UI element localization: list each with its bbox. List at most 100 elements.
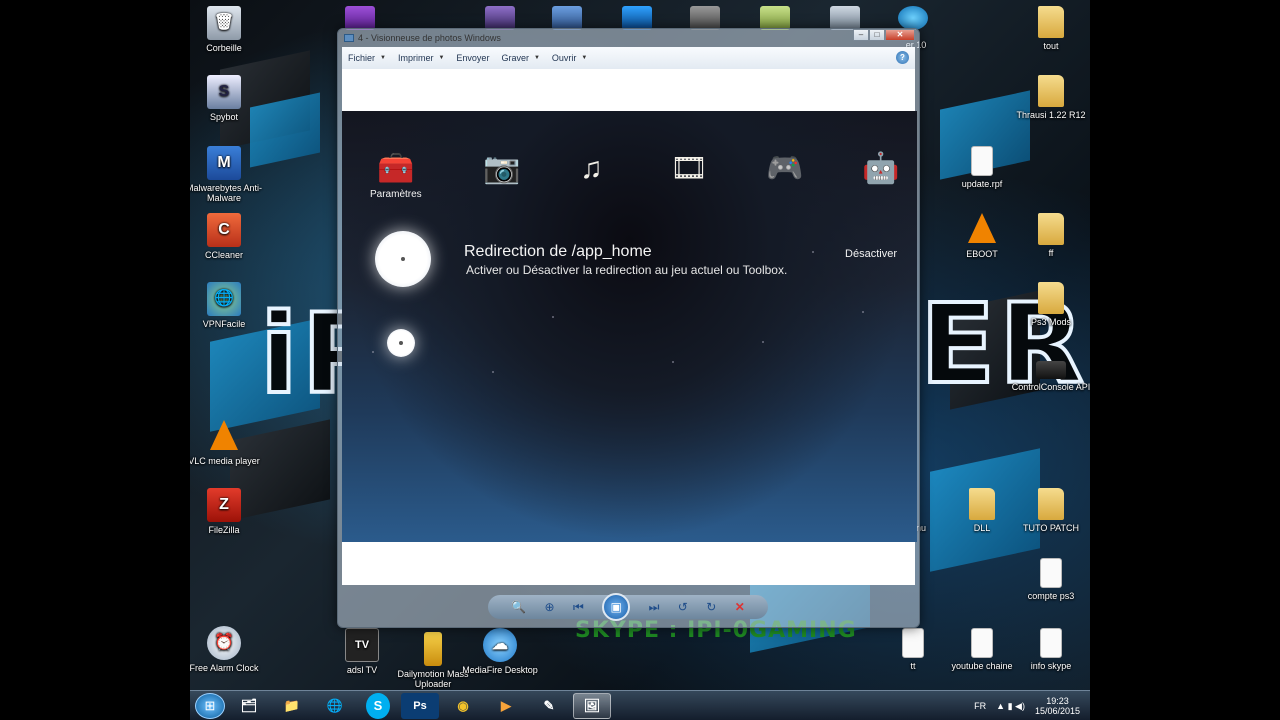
desktop-icon-label: MediaFire Desktop xyxy=(462,665,538,675)
adsl-tv-icon: TV xyxy=(345,628,379,662)
taskbar-chrome[interactable]: ◉ xyxy=(444,693,482,719)
desktop-icon-mediafire[interactable]: ☁ MediaFire Desktop xyxy=(460,628,540,675)
desktop-icon-ccleaner[interactable]: C CCleaner xyxy=(190,213,264,260)
taskbar-vpn[interactable]: 🌐 xyxy=(316,693,354,719)
desktop-icon-update-rpf[interactable]: update.rpf xyxy=(942,146,1022,189)
desktop-icon-label: Spybot xyxy=(209,112,239,122)
rotate-right-icon[interactable]: ↻ xyxy=(706,600,716,614)
slideshow-button[interactable]: ▣ xyxy=(602,593,631,621)
disc-icon[interactable] xyxy=(375,231,431,287)
file-icon xyxy=(971,146,993,176)
notepad-icon[interactable] xyxy=(760,6,790,30)
desktop-icon-thrausi[interactable]: Thrausi 1.22 R12 xyxy=(1011,75,1090,120)
disc-icon[interactable] xyxy=(387,329,415,357)
next-icon[interactable]: ⏭ xyxy=(649,600,660,615)
photo-viewer-app-icon xyxy=(344,33,354,42)
desktop-icon-malwarebytes[interactable]: M Malwarebytes Anti-Malware xyxy=(190,146,264,203)
toolbox-icon: 🧰 xyxy=(377,152,415,185)
desktop-icon-info-skype[interactable]: info skype xyxy=(1011,628,1090,671)
malwarebytes-icon: M xyxy=(207,146,241,180)
desktop-icon-controlconsole[interactable]: ControlConsole API xyxy=(1011,351,1090,392)
delete-icon[interactable]: ✕ xyxy=(735,600,745,614)
xmb-item-toolbox[interactable]: 🤖 xyxy=(862,151,899,187)
star xyxy=(672,361,674,363)
teamviewer-icon[interactable] xyxy=(898,6,928,30)
help-button[interactable]: ? xyxy=(896,51,909,64)
taskbar-photoshop[interactable]: Ps xyxy=(401,692,439,719)
folder-icon: 📁 xyxy=(283,697,301,713)
desktop-icon-eboot[interactable]: EBOOT xyxy=(942,213,1022,259)
control-console-icon xyxy=(1036,361,1066,379)
clock-time: 19:23 xyxy=(1046,696,1069,706)
xmb-item-parametres[interactable]: 🧰 Paramètres xyxy=(370,151,422,200)
desktop-icon-adsl-tv[interactable]: TV adsl TV xyxy=(322,628,402,675)
visual-studio-icon[interactable] xyxy=(345,6,375,30)
chevron-down-icon: ▼ xyxy=(533,55,540,61)
menu-graver[interactable]: Graver ▼ xyxy=(501,53,539,63)
rotate-left-icon[interactable]: ↺ xyxy=(678,600,688,614)
menu-envoyer[interactable]: Envoyer xyxy=(456,53,489,63)
start-button[interactable]: ⊞ xyxy=(195,692,225,719)
xmb-item-game[interactable]: 🎮 xyxy=(766,151,803,187)
gimp-icon[interactable] xyxy=(690,6,720,30)
close-button[interactable]: ✕ xyxy=(885,29,915,41)
taskbar-folder[interactable]: 📁 xyxy=(273,693,311,719)
file-icon xyxy=(971,628,993,658)
paint-icon[interactable] xyxy=(552,6,582,30)
xmb-item-music[interactable]: ♫ xyxy=(580,151,603,187)
desktop-icon-ps3-mods[interactable]: Ps3 Mods xyxy=(1011,282,1090,327)
menu-imprimer[interactable]: Imprimer ▼ xyxy=(398,53,444,63)
minimize-button[interactable]: – xyxy=(853,29,869,41)
taskbar-photo-viewer[interactable]: 🖼 xyxy=(573,692,611,719)
taskbar-explorer[interactable]: 🗂 xyxy=(230,693,268,719)
desktop-icon-recycle-bin[interactable]: 🗑 Corbeille xyxy=(190,6,264,53)
explorer-icon: 🗂 xyxy=(240,697,258,713)
option-title: Redirection de /app_home xyxy=(464,243,652,260)
menu-ouvrir[interactable]: Ouvrir ▼ xyxy=(552,53,587,63)
desktop-icon-label: Malwarebytes Anti-Malware xyxy=(190,183,263,203)
movie-maker-icon[interactable] xyxy=(485,6,515,30)
folder-icon xyxy=(1038,6,1064,38)
title-bar[interactable]: 4 - Visionneuse de photos Windows xyxy=(338,29,919,46)
zoom-icon[interactable]: 🔍 xyxy=(511,600,526,614)
language-indicator[interactable]: FR xyxy=(974,701,986,711)
fit-window-icon[interactable]: ⊕ xyxy=(545,600,555,614)
menu-label: Imprimer xyxy=(397,53,434,63)
desktop-icon-label: VLC media player xyxy=(190,456,260,466)
star xyxy=(552,316,554,318)
taskbar-skype[interactable]: S xyxy=(366,692,390,719)
option-description: Activer ou Désactiver la redirection au … xyxy=(466,263,788,277)
desktop-icon-youtube-chaine[interactable]: youtube chaine xyxy=(942,628,1022,671)
menu-bar: Fichier ▼ Imprimer ▼ Envoyer Graver ▼ Ouvri… xyxy=(342,47,915,69)
desktop-icon-spybot[interactable]: S Spybot xyxy=(190,75,264,122)
desktop-icon-free-alarm-clock[interactable]: ⏰ Free Alarm Clock xyxy=(190,626,264,673)
tools-icon[interactable] xyxy=(830,6,860,30)
desktop-icon-tt[interactable]: tt xyxy=(873,628,953,671)
taskbar-notepad[interactable]: ✎ xyxy=(530,693,568,719)
desktop-icon-vlc[interactable]: VLC media player xyxy=(190,420,264,466)
music-icon: ♫ xyxy=(580,152,603,185)
xmb-item-photo[interactable]: 📷 xyxy=(483,151,520,187)
previous-icon[interactable]: ⏮ xyxy=(573,600,584,615)
desktop-icon-ff[interactable]: ff xyxy=(1011,213,1090,258)
vlc-icon xyxy=(210,420,238,450)
desktop-icon-filezilla[interactable]: Z FileZilla xyxy=(190,488,264,535)
desktop-icon-compte-ps3[interactable]: compte ps3 xyxy=(1011,558,1090,601)
desktop-icon-tuto-patch[interactable]: TUTO PATCH xyxy=(1011,488,1090,533)
menu-label: Ouvrir xyxy=(551,53,577,63)
folder-icon xyxy=(1038,213,1064,245)
clock[interactable]: 19:23 15/06/2015 xyxy=(1035,696,1080,716)
xmb-item-video[interactable]: 🎞 xyxy=(670,151,708,187)
maximize-button[interactable]: □ xyxy=(869,29,885,41)
desktop-icon-dll[interactable]: DLL xyxy=(942,488,1022,533)
tray-icons[interactable]: ▲ ▮ ◀) xyxy=(996,701,1025,712)
taskbar-media-player[interactable]: ▶ xyxy=(487,693,525,719)
dailymotion-icon xyxy=(424,632,442,666)
desktop-icon-vpnfacile[interactable]: 🌐 VPNFacile xyxy=(190,282,264,329)
photoshop-icon[interactable] xyxy=(622,6,652,30)
vpn-icon: 🌐 xyxy=(326,697,344,713)
menu-fichier[interactable]: Fichier ▼ xyxy=(348,53,386,63)
folder-icon xyxy=(1038,282,1064,314)
option-value[interactable]: Désactiver xyxy=(845,248,897,260)
desktop-icon-tout[interactable]: tout xyxy=(1011,6,1090,51)
